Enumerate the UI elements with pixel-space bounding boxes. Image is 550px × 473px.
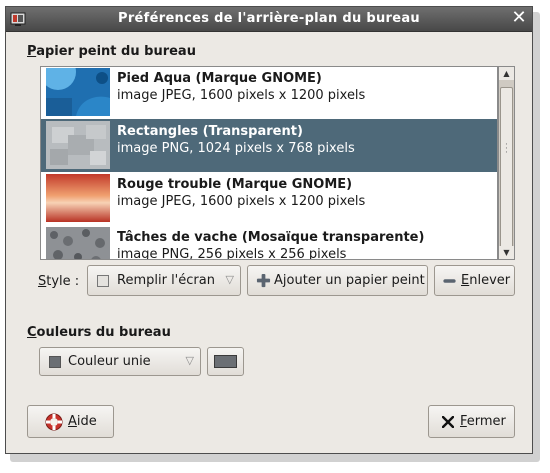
wallpaper-name: Pied Aqua (Marque GNOME) [117,71,322,86]
style-label: Style : [38,274,79,289]
title-bar[interactable]: Préférences de l'arrière-plan du bureau … [6,7,532,32]
taches-de-vache-thumbnail [46,227,110,259]
plus-icon [256,273,271,288]
scrollbar-thumb[interactable]: · · · [500,87,513,251]
color-mode-value: Couleur unie [68,354,151,369]
rectangles-thumbnail [46,121,110,169]
style-value: Remplir l'écran [117,273,215,288]
wallpaper-item-rouge-trouble[interactable]: Rouge trouble (Marque GNOME) image JPEG,… [41,172,497,225]
color-preview [214,355,237,368]
wallpaper-item-rectangles[interactable]: Rectangles (Transparent) image PNG, 1024… [41,119,497,172]
wallpaper-list[interactable]: Pied Aqua (Marque GNOME) image JPEG, 160… [40,66,498,260]
wallpaper-description: image PNG, 1024 pixels x 768 pixels [117,141,355,156]
x-icon [442,416,454,428]
add-wallpaper-label: Ajouter un papier peint [274,273,425,288]
rouge-trouble-thumbnail [46,174,110,222]
wallpaper-name: Rouge trouble (Marque GNOME) [117,177,353,192]
style-dropdown[interactable]: Remplir l'écran ▽ [87,265,241,296]
colors-section-title: Couleurs du bureau [27,325,171,340]
style-label-rest: tyle : [46,274,80,289]
wallpaper-description: image PNG, 256 pixels x 256 pixels [117,247,347,260]
wallpaper-section-title: Papier peint du bureau [27,44,196,59]
help-button[interactable]: Aide [27,405,114,438]
fermer-label-rest: ermer [466,414,506,429]
add-label-rest: outer un papier peint [286,273,425,288]
remove-label-rest: nlever [469,273,511,288]
preferences-window: Préférences de l'arrière-plan du bureau … [5,6,533,454]
wallpaper-description: image JPEG, 1600 pixels x 1200 pixels [117,194,366,209]
wallpaper-item-taches-de-vache[interactable]: Tâches de vache (Mosaïque transparente) … [41,225,497,260]
scroll-up-icon[interactable]: ▲ [499,67,514,80]
fermer-button[interactable]: Fermer [428,405,515,438]
add-label-pre: A [274,273,283,288]
add-wallpaper-button[interactable]: Ajouter un papier peint [247,265,428,296]
help-label-rest: ide [76,414,97,429]
wallpaper-name: Tâches de vache (Mosaïque transparente) [117,230,425,245]
chevron-down-icon: ▽ [185,354,194,367]
fermer-label-mnemonic: F [460,414,467,429]
wallpaper-title-mnemonic: P [27,44,37,59]
color-mode-swatch [49,356,61,368]
window-title: Préférences de l'arrière-plan du bureau [118,11,420,26]
help-label-mnemonic: A [68,414,77,429]
colors-title-mnemonic: C [27,325,37,340]
remove-label: Enlever [461,273,510,288]
color-picker-button[interactable] [207,347,244,376]
fermer-label: Fermer [460,414,506,429]
wallpaper-app-icon [10,12,26,26]
wallpaper-scrollbar[interactable]: ▲ · · · ▼ [498,66,515,260]
lifebuoy-icon [45,413,63,431]
wallpaper-description: image JPEG, 1600 pixels x 1200 pixels [117,88,366,103]
wallpaper-name: Rectangles (Transparent) [117,124,303,139]
color-mode-dropdown[interactable]: Couleur unie ▽ [39,347,201,376]
minus-icon [443,279,456,283]
pied-aqua-thumbnail [46,68,110,116]
style-swatch [97,275,109,287]
remove-button[interactable]: Enlever [434,265,515,296]
colors-title-rest: ouleurs du bureau [36,325,171,340]
wallpaper-item-pied-aqua[interactable]: Pied Aqua (Marque GNOME) image JPEG, 160… [41,67,497,119]
wallpaper-title-rest: apier peint du bureau [36,44,196,59]
close-icon[interactable]: ✕ [510,9,528,27]
remove-label-mnemonic: E [461,273,470,288]
help-label: Aide [68,414,97,429]
scrollbar-grip-icon: · · · [505,140,508,158]
scroll-down-icon[interactable]: ▼ [499,246,514,259]
chevron-down-icon: ▽ [225,273,234,286]
